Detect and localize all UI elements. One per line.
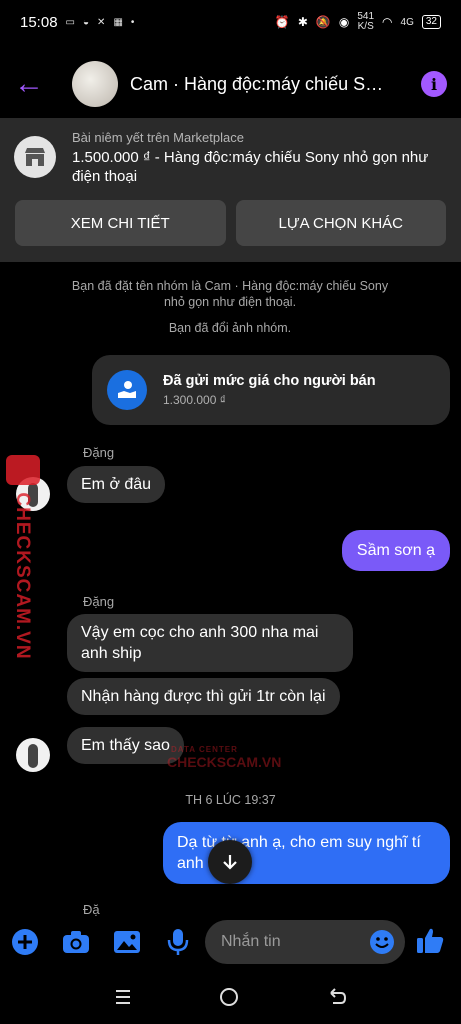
view-details-button[interactable]: XEM CHI TIẾT [15,200,226,246]
emoji-icon[interactable] [369,929,395,960]
system-navigation-bar [0,975,461,1024]
other-options-button[interactable]: LỰA CHỌN KHÁC [235,200,446,246]
chat-title[interactable]: Cam · Hàng độc:máy chiếu Son... [130,74,392,95]
net-speed: 541 K/S [357,11,375,32]
message-incoming[interactable]: Vậy em cọc cho anh 300 nha mai anh ship [67,614,353,672]
sender-name: Đặng [83,445,115,460]
scroll-down-button[interactable] [208,840,252,884]
microphone-icon[interactable] [163,927,193,957]
message-outgoing[interactable]: Sầm sơn ạ [341,530,450,571]
battery-indicator: 32 [421,15,441,29]
shop-icon [14,136,56,178]
mute-icon: 🔕 [315,15,331,29]
arrow-down-icon [223,855,237,870]
marketplace-banner: Bài niêm yết trên Marketplace 1.500.000 … [0,118,461,262]
momo-notification-icon: ▦ [113,16,123,28]
chat-header: ← Cam · Hàng độc:máy chiếu Son... i [0,56,461,112]
message-timestamp: TH 6 LÚC 19:37 [185,793,276,807]
message-composer: Nhắn tin [0,918,461,966]
message-incoming[interactable]: Em ở đâu [67,466,166,503]
bluetooth-icon: ✱ [297,15,308,29]
sender-name: Đặ [83,902,100,917]
hotspot-icon: ◉ [338,15,350,29]
more-notifications-icon: • [130,16,135,28]
message-incoming[interactable]: Nhận hàng được thì gửi 1tr còn lại [67,678,340,715]
recent-apps-icon[interactable] [114,988,132,1011]
gallery-icon[interactable] [112,927,142,957]
home-icon[interactable] [219,987,239,1012]
checkscam-watermark-center: DATA CENTER CHECKSCAM.VN [167,745,282,770]
info-icon[interactable]: i [421,71,447,97]
alarm-icon: ⏰ [274,15,290,29]
message-input-placeholder: Nhắn tin [221,933,281,950]
missed-call-icon: ✕ [97,16,106,28]
offer-title: Đã gửi mức giá cho người bán [163,373,376,389]
system-message-rename: Bạn đã đặt tên nhóm là Cam · Hàng độc:má… [71,279,389,309]
message-outgoing[interactable]: Dạ từ từ anh ạ, cho em suy nghĩ tí anh [163,822,450,884]
back-icon[interactable] [327,987,347,1012]
offer-price: 1.300.000 ₫ [163,393,226,407]
signal-label: 4G [400,16,414,28]
sender-avatar[interactable] [16,738,50,772]
listing-title: 1.500.000 ₫ - Hàng độc:máy chiếu Sony nh… [72,149,429,185]
status-bar: 15:08 ▭ ◒ ✕ ▦ • ⏰ ✱ 🔕 ◉ 541 K/S ◠ 4G 32 [0,0,461,44]
marketplace-label: Bài niêm yết trên Marketplace [72,130,244,145]
plus-icon[interactable] [10,927,40,957]
status-time: 15:08 [20,13,58,31]
wifi-icon: ◠ [382,15,393,29]
message-input[interactable]: Nhắn tin [205,920,405,964]
sender-name: Đặng [83,594,115,609]
price-tag-hand-icon [107,370,147,410]
back-arrow-icon[interactable]: ← [14,69,54,99]
thumbs-up-icon[interactable] [415,926,445,961]
camera-icon[interactable] [61,927,91,957]
checkscam-watermark: CHECKSCAM.VN [2,455,42,660]
app-notification-icon: ◒ [83,16,90,28]
group-avatar[interactable] [72,61,118,107]
price-offer-card[interactable]: Đã gửi mức giá cho người bán 1.300.000 ₫ [92,355,450,425]
zalo-notification-icon: ▭ [65,16,75,28]
system-message-photo: Bạn đã đổi ảnh nhóm. [168,321,292,335]
